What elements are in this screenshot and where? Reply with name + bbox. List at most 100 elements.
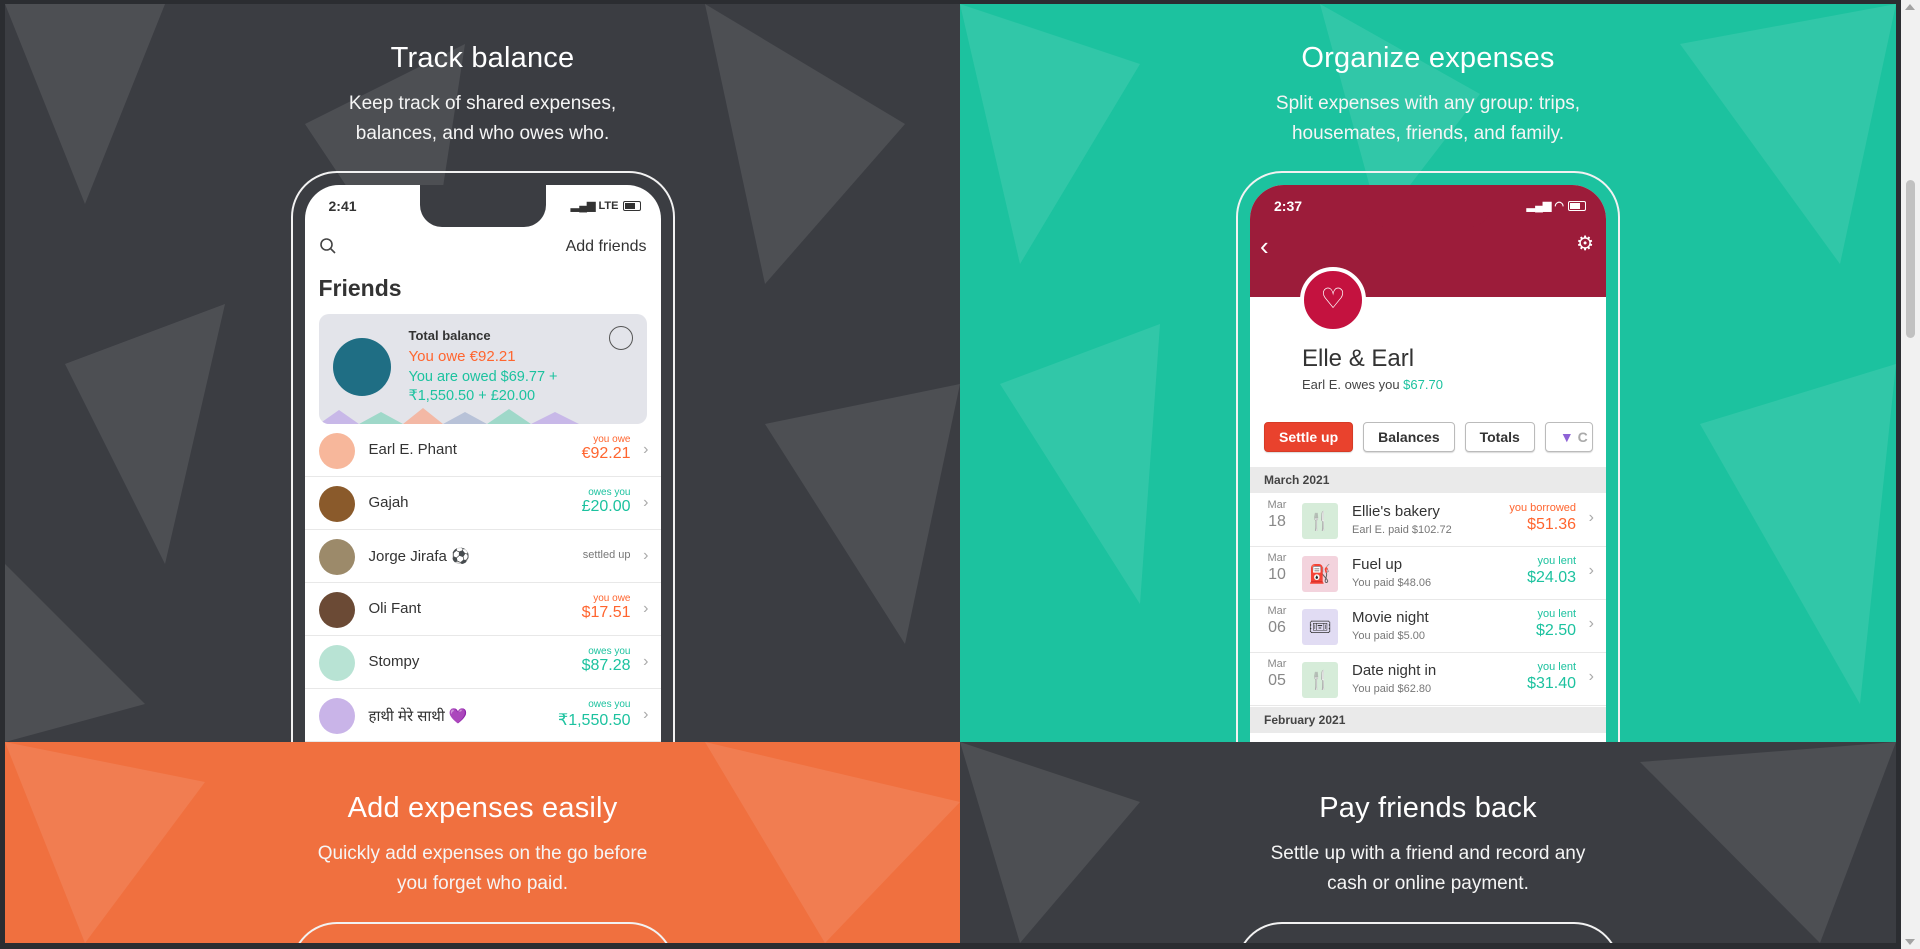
expense-row[interactable]: Mar 05 🍴 Date night in You paid $62.80 you le…	[1250, 652, 1606, 706]
status-signal: ▂▄▆ ◠	[1527, 199, 1586, 212]
add-friends-link[interactable]: Add friends	[566, 238, 647, 256]
status-signal: ▂▄▆ LTE	[571, 199, 641, 212]
expense-paid-by: You paid $62.80	[1352, 683, 1432, 695]
chevron-right-icon: ›	[643, 706, 649, 723]
friend-amount: $87.28	[581, 657, 631, 674]
panel-title: Organize expenses	[1301, 42, 1555, 74]
chevron-right-icon: ›	[643, 494, 649, 511]
scrollbar-thumb[interactable]	[1906, 180, 1915, 338]
friend-avatar	[318, 698, 355, 734]
expense-amount: $2.50	[1535, 622, 1576, 639]
expense-amount: $31.40	[1527, 675, 1576, 692]
panel-subtitle: Keep track of shared expenses, balances,…	[348, 93, 617, 144]
expense-row[interactable]: Mar 06 🎟 Movie night You paid $5.00 you lent $…	[1250, 599, 1606, 653]
phone-mockup	[1236, 922, 1620, 943]
settle-up-button[interactable]: Settle up	[1264, 422, 1354, 452]
phone-mockup: 2:41 ▂▄▆ LTE Add friends Friends Total b…	[290, 171, 675, 742]
heart-icon: ♡	[1300, 267, 1366, 333]
expense-category-icon: 🎟	[1302, 609, 1338, 645]
friend-status: owes you	[588, 699, 631, 710]
friend-balance: you owe $17.51	[582, 593, 631, 622]
friend-name: हाथी मेरे साथी 💜	[368, 708, 468, 725]
expense-day: 18	[1268, 513, 1286, 530]
balances-button[interactable]: Balances	[1363, 422, 1455, 452]
expense-share: you borrowed $51.36	[1509, 502, 1576, 534]
expense-day: 05	[1268, 672, 1286, 689]
expense-category-icon: ⛽	[1302, 556, 1338, 592]
battery-icon	[1568, 201, 1586, 212]
friend-name: Gajah	[368, 494, 409, 511]
panel-pay-friends: Pay friends back Settle up with a friend…	[960, 742, 1896, 943]
friend-row[interactable]: Oli Fant you owe $17.51 ›	[304, 583, 661, 636]
scroll-up-arrow-icon[interactable]	[1905, 4, 1915, 10]
phone-screen: 2:37 ▂▄▆ ◠ ‹ ⚙ ♡ Elle & Earl Earl E. owe…	[1250, 185, 1606, 742]
filter-icon[interactable]	[608, 326, 633, 350]
friend-balance: you owe €92.21	[582, 434, 631, 463]
friend-avatar	[318, 592, 355, 628]
friend-name: Oli Fant	[368, 600, 422, 617]
expense-title: Fuel up	[1352, 556, 1403, 573]
scroll-down-arrow-icon[interactable]	[1905, 939, 1915, 945]
panel-subtitle: Split expenses with any group: trips, ho…	[1275, 93, 1581, 144]
friends-topbar: Add friends	[305, 229, 661, 267]
charts-button[interactable]: ▼ C	[1544, 422, 1593, 452]
friend-name: Stompy	[368, 653, 420, 670]
total-balance-label: Total balance	[408, 328, 491, 343]
friend-amount: €92.21	[581, 445, 631, 462]
friend-row[interactable]: Stompy owes you $87.28 ›	[304, 636, 661, 689]
friend-name: Jorge Jirafa ⚽	[368, 548, 470, 565]
friend-avatar	[318, 486, 355, 522]
friend-row[interactable]: Earl E. Phant you owe €92.21 ›	[304, 424, 661, 477]
expense-share: you lent $2.50	[1536, 608, 1576, 640]
chevron-right-icon: ›	[1588, 509, 1594, 526]
friends-list: Earl E. Phant you owe €92.21 › Gajah owes you…	[304, 424, 661, 742]
expense-row[interactable]: Mar 10 ⛽ Fuel up You paid $48.06 you lent $24.…	[1250, 546, 1606, 600]
friend-balance: owes you £20.00	[582, 487, 631, 516]
chevron-right-icon: ›	[1588, 615, 1594, 632]
expense-row[interactable]: Mar 18 🍴 Ellie's bakery Earl E. paid $102.72…	[1250, 493, 1606, 547]
total-balance-card: Total balance You owe €92.21 You are owe…	[318, 314, 647, 424]
expense-title: Movie night	[1352, 609, 1429, 626]
phone-mockup: 2:37 ▂▄▆ ◠ ‹ ⚙ ♡ Elle & Earl Earl E. owe…	[1236, 171, 1620, 742]
phone-mockup	[290, 922, 675, 943]
you-are-owed-text: You are owed $69.77 + ₹1,550.50 + £20.00	[408, 369, 558, 404]
panel-title: Add expenses easily	[347, 792, 618, 824]
expense-month: Mar	[1267, 658, 1287, 670]
group-actions: Settle up Balances Totals ▼ C	[1264, 422, 1593, 452]
vertical-scrollbar[interactable]	[1901, 0, 1920, 949]
expense-amount: $24.03	[1527, 569, 1576, 586]
expense-title: Ellie's bakery	[1352, 503, 1440, 520]
friend-balance: owes you $87.28	[582, 646, 631, 675]
friend-status: owes you	[588, 487, 631, 498]
chevron-right-icon: ›	[1588, 562, 1594, 579]
friend-avatar	[318, 645, 355, 681]
expense-date: Mar 05	[1262, 658, 1292, 690]
chevron-right-icon: ›	[643, 547, 649, 564]
status-time: 2:41	[328, 198, 357, 214]
friend-name: Earl E. Phant	[368, 441, 457, 458]
expense-status: you lent	[1537, 555, 1576, 567]
status-time: 2:37	[1274, 198, 1303, 214]
phone-notch	[419, 185, 546, 227]
friend-balance: owes you ₹1,550.50	[558, 699, 630, 730]
status-network: LTE	[598, 200, 619, 212]
friend-row[interactable]: Jorge Jirafa ⚽ settled up ›	[304, 530, 661, 583]
gear-icon[interactable]: ⚙	[1576, 231, 1594, 256]
friend-status: owes you	[588, 646, 631, 657]
friend-status: settled up	[582, 549, 631, 561]
panel-organize-expenses: Organize expenses Split expenses with an…	[960, 4, 1896, 742]
friend-row[interactable]: हाथी मेरे साथी 💜 owes you ₹1,550.50 ›	[304, 689, 661, 742]
friend-amount: £20.00	[581, 498, 631, 515]
chevron-right-icon: ›	[643, 441, 649, 458]
group-balance-prefix: Earl E. owes you	[1302, 377, 1404, 392]
chevron-right-icon: ›	[1588, 668, 1594, 685]
group-balance: Earl E. owes you $67.70	[1302, 377, 1443, 392]
friend-row[interactable]: Gajah owes you £20.00 ›	[304, 477, 661, 530]
month-header: February 2021	[1250, 707, 1606, 733]
back-chevron-icon[interactable]: ‹	[1260, 231, 1269, 262]
search-icon[interactable]	[319, 237, 337, 255]
expense-month: Mar	[1267, 605, 1287, 617]
totals-button[interactable]: Totals	[1464, 422, 1535, 452]
expense-share: you lent $31.40	[1527, 661, 1576, 693]
expense-date: Mar 10	[1262, 552, 1292, 584]
